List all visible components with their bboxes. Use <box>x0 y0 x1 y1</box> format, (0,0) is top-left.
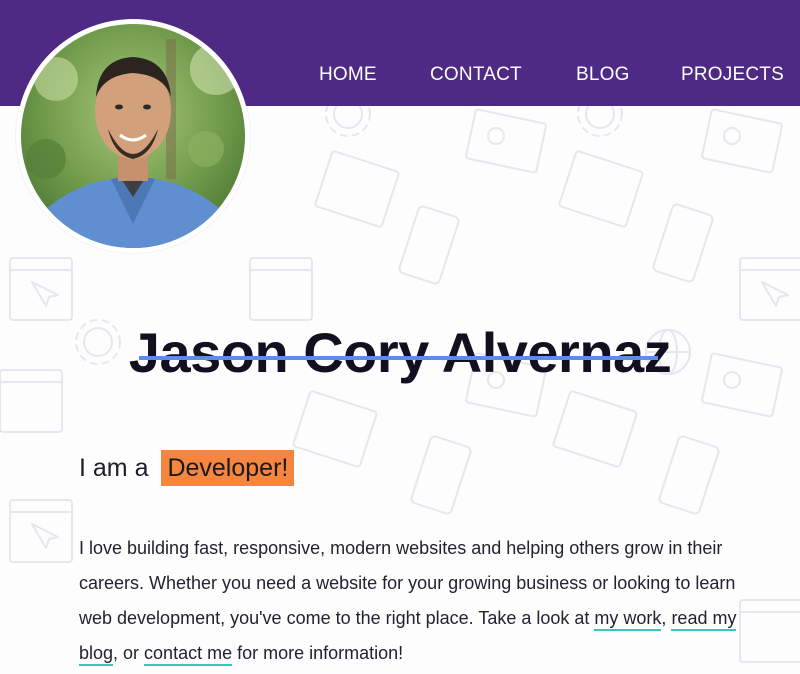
intro-text-end: for more information! <box>232 643 404 663</box>
magnifier-icon <box>701 108 783 174</box>
nav-blog-link[interactable]: BLOG <box>576 64 630 86</box>
tagline-prefix: I am a <box>79 454 149 482</box>
browser-window-icon <box>9 257 73 321</box>
nav-projects-link[interactable]: PROJECTS <box>681 64 784 86</box>
role-badge: Developer! <box>161 450 295 486</box>
mobile-phone-icon <box>658 435 720 515</box>
contact-me-link[interactable]: contact me <box>144 643 233 666</box>
intro-separator: , or <box>113 643 145 663</box>
browser-window-icon <box>292 390 378 468</box>
magnifier-icon <box>465 108 547 174</box>
browser-window-icon <box>9 499 73 563</box>
page-title: Jason Cory Alvernaz <box>128 320 672 384</box>
browser-window-icon <box>249 257 313 321</box>
tagline: I am a Developer! <box>79 450 295 486</box>
profile-photo <box>21 24 245 248</box>
intro-paragraph: I love building fast, responsive, modern… <box>79 531 739 671</box>
browser-window-icon <box>552 390 638 468</box>
my-work-link[interactable]: my work <box>594 608 662 631</box>
mobile-phone-icon <box>410 435 472 515</box>
title-underline <box>139 356 658 360</box>
browser-window-icon <box>314 150 400 228</box>
nav-home-link[interactable]: HOME <box>319 64 377 86</box>
mobile-phone-icon <box>652 203 714 283</box>
browser-window-icon <box>739 257 800 321</box>
browser-window-icon <box>739 599 800 663</box>
browser-window-icon <box>558 150 644 228</box>
nav-contact-link[interactable]: CONTACT <box>430 64 522 86</box>
mobile-phone-icon <box>398 205 460 285</box>
intro-separator: , <box>661 608 672 628</box>
avatar <box>16 19 250 253</box>
